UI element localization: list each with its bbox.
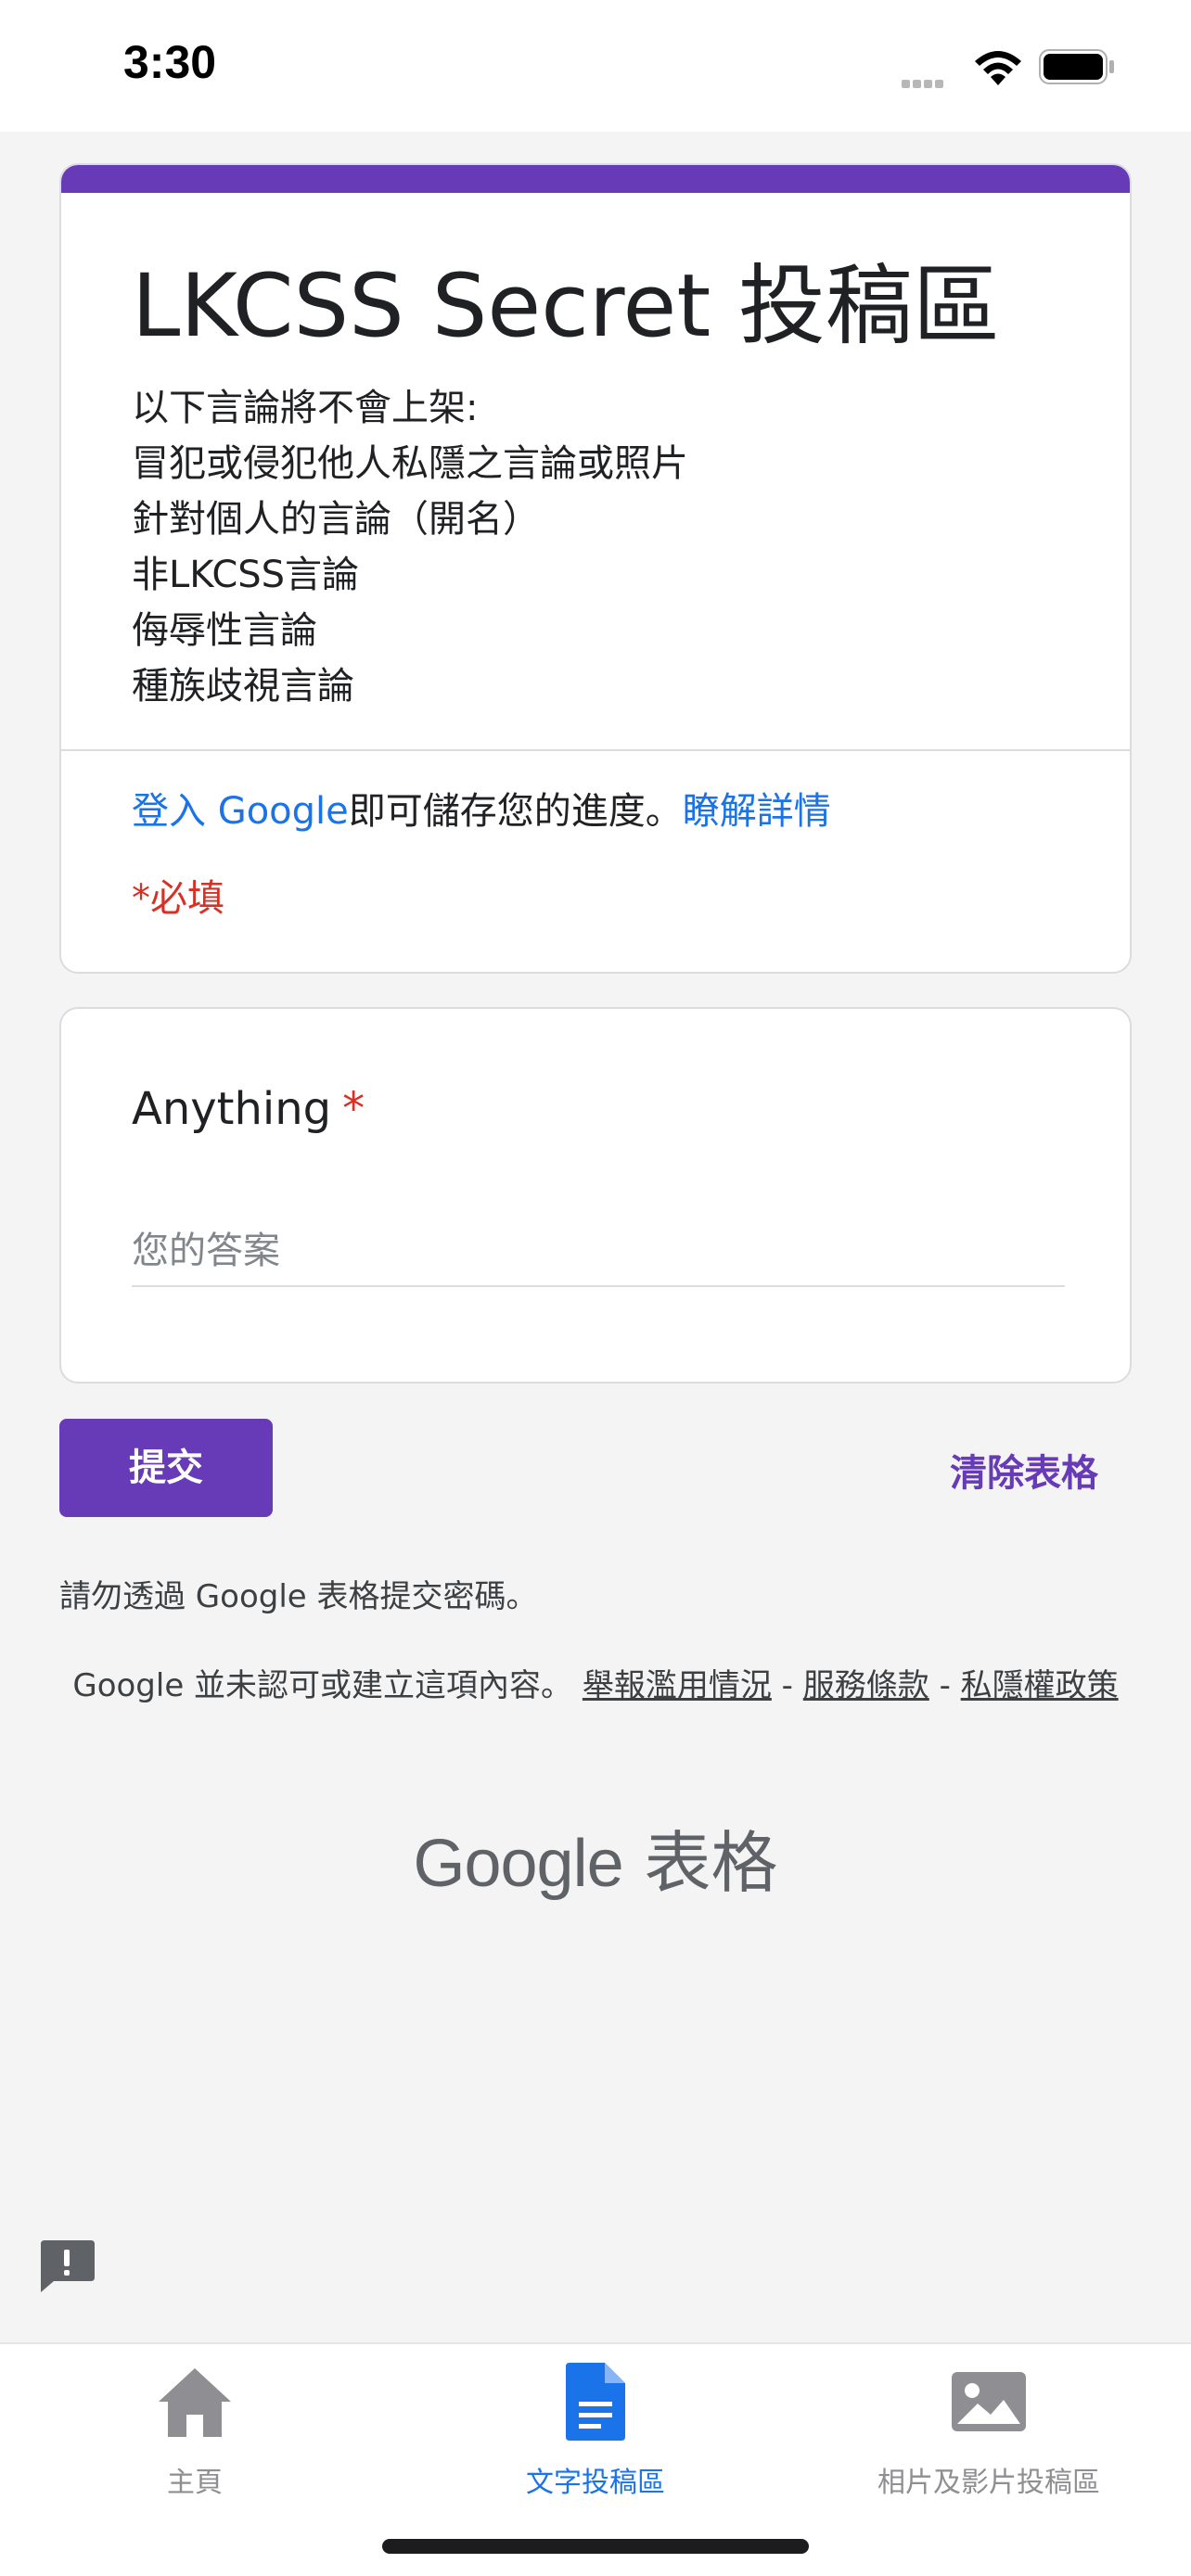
status-time: 3:30 — [123, 36, 217, 88]
form-header-card: LKCSS Secret 投稿區 以下言論將不會上架: 冒犯或侵犯他人私隱之言論… — [59, 163, 1132, 974]
image-icon — [952, 2372, 1026, 2431]
description-line: 種族歧視言論 — [132, 665, 354, 708]
tab-home[interactable]: 主頁 — [0, 2363, 390, 2500]
separator: - — [928, 1667, 961, 1704]
disclaimer-text: Google 並未認可或建立這項內容。 — [72, 1667, 573, 1704]
form-title: LKCSS Secret 投稿區 — [132, 256, 1001, 357]
brand-google: Google — [413, 1827, 623, 1901]
cellular-signal-icon — [902, 74, 946, 92]
home-indicator[interactable] — [382, 2539, 809, 2554]
description-line: 冒犯或侵犯他人私隱之言論或照片 — [132, 442, 688, 485]
required-note: *必填 — [132, 877, 224, 920]
description-line: 非LKCSS言論 — [132, 554, 360, 596]
description-line: 侮辱性言論 — [132, 609, 317, 652]
signin-google-link[interactable]: 登入 Google — [132, 790, 349, 833]
terms-link[interactable]: 服務條款 — [803, 1667, 929, 1704]
tab-photo-video-submission[interactable]: 相片及影片投稿區 — [794, 2363, 1184, 2500]
report-abuse-link[interactable]: 舉報濫用情況 — [583, 1667, 772, 1704]
signin-text: 即可儲存您的進度。 — [348, 790, 683, 833]
accent-bar — [61, 165, 1130, 193]
question-label: Anything — [132, 1083, 332, 1135]
divider — [61, 749, 1130, 751]
footer-disclaimer: Google 並未認可或建立這項內容。 舉報濫用情況 - 服務條款 - 私隱權政… — [59, 1660, 1132, 1712]
separator: - — [771, 1667, 803, 1704]
wifi-icon — [975, 51, 1021, 85]
password-warning: 請勿透過 Google 表格提交密碼。 — [59, 1578, 538, 1615]
brand-forms: 表格 — [644, 1824, 778, 1902]
description-line: 以下言論將不會上架: — [132, 387, 479, 429]
submit-button[interactable]: 提交 — [59, 1419, 273, 1517]
battery-icon — [1039, 49, 1114, 84]
status-bar: 3:30 — [0, 0, 1191, 132]
tab-text-submission[interactable]: 文字投稿區 — [401, 2363, 790, 2500]
question-title: Anything * — [132, 1083, 365, 1135]
google-forms-logo[interactable]: Google 表格 — [0, 1808, 1191, 1906]
question-card: Anything * — [59, 1007, 1132, 1384]
clear-form-button[interactable]: 清除表格 — [950, 1443, 1098, 1497]
home-icon — [159, 2368, 231, 2437]
report-feedback-icon[interactable] — [37, 2237, 96, 2294]
form-description: 以下言論將不會上架: 冒犯或侵犯他人私隱之言論或照片 針對個人的言論（開名） 非… — [132, 380, 688, 714]
tab-label: 主頁 — [167, 2467, 223, 2499]
tab-label: 相片及影片投稿區 — [877, 2467, 1100, 2499]
tab-label: 文字投稿區 — [526, 2467, 665, 2499]
description-line: 針對個人的言論（開名） — [132, 498, 540, 541]
signin-row: 登入 Google即可儲存您的進度。瞭解詳情 — [132, 781, 831, 835]
privacy-link[interactable]: 私隱權政策 — [961, 1667, 1119, 1704]
answer-input[interactable] — [132, 1217, 1065, 1287]
learn-more-link[interactable]: 瞭解詳情 — [683, 790, 831, 833]
required-asterisk: * — [342, 1083, 365, 1135]
document-icon — [566, 2363, 625, 2441]
